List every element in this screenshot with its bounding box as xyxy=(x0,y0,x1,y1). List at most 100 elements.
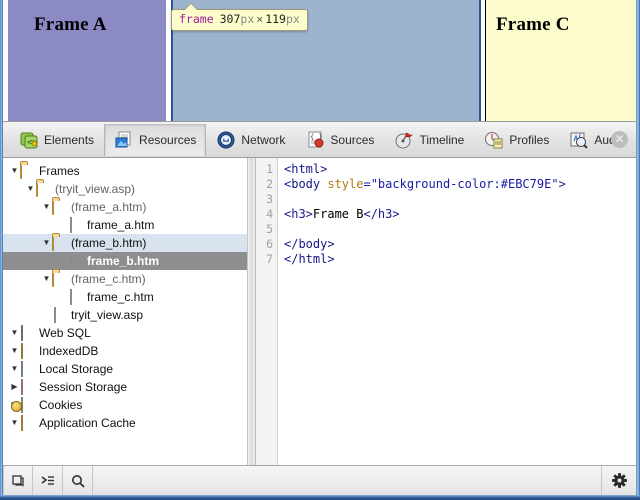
tree-item-label: Web SQL xyxy=(39,326,91,340)
chevron-down-icon[interactable]: ▼ xyxy=(9,360,20,378)
frame-a[interactable]: Frame A xyxy=(8,0,166,121)
tree-item-label: (tryit_view.asp) xyxy=(55,182,136,196)
sources-icon: { } xyxy=(305,130,325,150)
tree-item-frames[interactable]: ▼ Frames xyxy=(3,162,247,180)
resources-tree[interactable]: ▼Frames▼(tryit_view.asp)▼(frame_a.htm)▼f… xyxy=(3,158,248,465)
code-line: <html> xyxy=(284,162,636,177)
tree-item-web-sql[interactable]: ▼ Web SQL xyxy=(3,324,247,342)
source-code[interactable]: <html> <body style="background-color:#EBC… xyxy=(278,158,636,465)
tree-item-frame-c-file[interactable]: ▼ frame_c.htm xyxy=(3,288,247,306)
tree-item-label: Cookies xyxy=(39,398,83,412)
tooltip-element-name: frame xyxy=(179,12,214,26)
tree-item-tryit-view[interactable]: ▼ (tryit_view.asp) xyxy=(3,180,247,198)
tab-timeline-label: Timeline xyxy=(419,132,465,147)
resources-icon xyxy=(114,130,134,150)
tooltip-height-unit: px xyxy=(285,12,300,26)
chevron-down-icon[interactable]: ▼ xyxy=(9,342,20,360)
line-number: 3 xyxy=(266,192,273,206)
close-icon[interactable]: ✕ xyxy=(611,131,628,148)
source-view: 1234567 <html> <body style="background-co… xyxy=(256,158,636,465)
code-token-tag: </html> xyxy=(284,252,335,266)
code-token-attr: style xyxy=(327,177,364,191)
folder-icon xyxy=(36,181,51,197)
tree-item-label: Application Cache xyxy=(39,416,136,430)
panel-splitter[interactable] xyxy=(248,158,256,465)
tree-item-cookies[interactable]: ▶Cookies xyxy=(3,396,247,414)
chevron-down-icon[interactable]: ▼ xyxy=(41,198,52,216)
dock-to-side-icon[interactable] xyxy=(3,466,33,495)
tab-elements-label: Elements xyxy=(44,132,95,147)
elements-icon: <> xyxy=(19,130,39,150)
tree-item-frame-b-file[interactable]: ▼ frame_b.htm xyxy=(3,252,247,270)
tree-item-frame-b-dir[interactable]: ▼ (frame_b.htm) xyxy=(3,234,247,252)
tree-item-label: (frame_b.htm) xyxy=(71,236,147,250)
window-border-right xyxy=(636,0,640,500)
profiles-icon xyxy=(484,130,504,150)
tab-timeline[interactable]: Timeline xyxy=(384,124,474,156)
chevron-down-icon[interactable]: ▼ xyxy=(9,324,20,342)
tab-sources-label: Sources xyxy=(330,132,375,147)
devtools-panel: <> Elements xyxy=(3,121,636,495)
chevron-right-icon[interactable]: ▶ xyxy=(9,378,20,396)
document-icon xyxy=(68,289,83,305)
frame-c[interactable]: Frame C xyxy=(485,0,636,121)
grid-pink-icon xyxy=(20,379,35,395)
tab-profiles[interactable]: Profiles xyxy=(474,124,559,156)
tree-item-frame-c-dir[interactable]: ▼ (frame_c.htm) xyxy=(3,270,247,288)
tooltip-height: 119 xyxy=(265,12,286,26)
tree-item-frame-a-file[interactable]: ▼ frame_a.htm xyxy=(3,216,247,234)
tooltip-separator: × xyxy=(256,12,264,26)
tree-item-tryit-file[interactable]: ▼ tryit_view.asp xyxy=(3,306,247,324)
tree-item-app-cache[interactable]: ▼ Application Cache xyxy=(3,414,247,432)
code-token-txt: Frame B xyxy=(312,207,364,221)
document-icon xyxy=(52,307,67,323)
tab-elements[interactable]: <> Elements xyxy=(9,124,104,156)
tree-item-label: Session Storage xyxy=(39,380,128,394)
line-number: 7 xyxy=(266,252,273,266)
devtools-statusbar xyxy=(3,465,636,495)
tab-network-label: Network xyxy=(241,132,286,147)
code-token-tag: </body> xyxy=(284,237,335,251)
chevron-down-icon[interactable]: ▼ xyxy=(41,270,52,288)
tooltip-arrow xyxy=(185,4,197,10)
tab-profiles-label: Profiles xyxy=(509,132,550,147)
audits-icon xyxy=(569,130,589,150)
grid-blue-icon xyxy=(20,361,35,377)
tab-network[interactable]: Network xyxy=(206,124,295,156)
tab-sources[interactable]: { } Sources xyxy=(295,124,384,156)
tree-item-label: tryit_view.asp xyxy=(71,308,144,322)
document-icon xyxy=(68,253,83,269)
tab-resources[interactable]: Resources xyxy=(104,123,207,156)
search-icon[interactable] xyxy=(63,466,93,495)
tree-item-label: frame_a.htm xyxy=(87,218,155,232)
timeline-icon xyxy=(394,130,414,150)
chevron-down-icon[interactable]: ▼ xyxy=(9,162,20,180)
page-viewport: Frame A Frame C frame 307px × 119px xyxy=(3,0,636,121)
frame-a-heading: Frame A xyxy=(34,14,107,35)
browser-window: Frame A Frame C frame307px×119px <> xyxy=(0,0,640,500)
devtools-body: ▼Frames▼(tryit_view.asp)▼(frame_a.htm)▼f… xyxy=(3,158,636,465)
line-number-gutter: 1234567 xyxy=(256,158,278,465)
tree-twisty-placeholder: ▼ xyxy=(57,288,68,306)
document-icon xyxy=(68,217,83,233)
database-yellow-icon xyxy=(20,343,35,359)
tree-item-frame-a-dir[interactable]: ▼ (frame_a.htm) xyxy=(3,198,247,216)
tree-item-local-storage[interactable]: ▼ Local Storage xyxy=(3,360,247,378)
code-token-tag: <h3> xyxy=(284,207,313,221)
tooltip-width-unit: px xyxy=(240,12,255,26)
tree-item-indexeddb[interactable]: ▼ IndexedDB xyxy=(3,342,247,360)
element-size-tooltip: frame 307px × 119px xyxy=(171,4,308,31)
code-token-val: ="background-color:#EBC79E" xyxy=(363,177,559,191)
line-number: 2 xyxy=(266,177,273,191)
line-number: 4 xyxy=(266,207,273,221)
tree-item-session-storage[interactable]: ▶ Session Storage xyxy=(3,378,247,396)
chevron-down-icon[interactable]: ▼ xyxy=(41,234,52,252)
chevron-down-icon[interactable]: ▼ xyxy=(9,414,20,432)
code-token-tag: > xyxy=(558,177,566,191)
window-border-bottom xyxy=(0,495,640,500)
chevron-down-icon[interactable]: ▼ xyxy=(25,180,36,198)
tooltip-width: 307 xyxy=(219,12,241,26)
show-console-icon[interactable] xyxy=(33,466,63,495)
gear-icon[interactable] xyxy=(602,466,636,495)
